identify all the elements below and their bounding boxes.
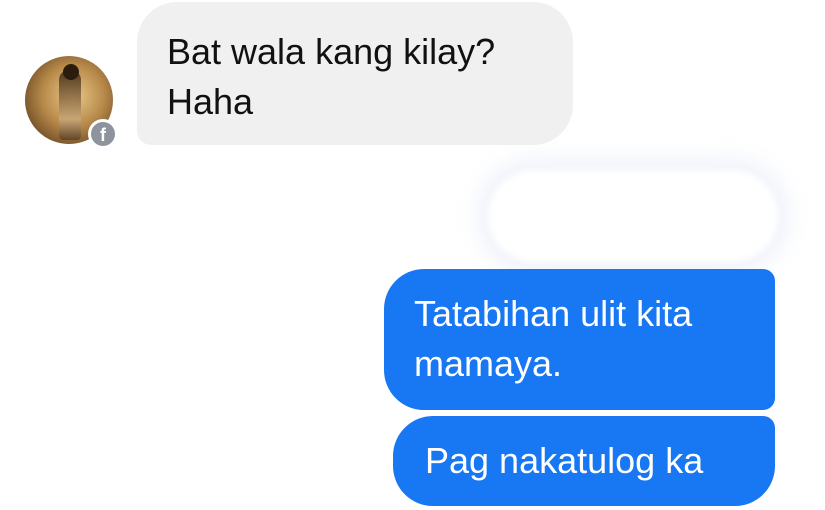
incoming-message-bubble[interactable]: Bat wala kang kilay? Haha: [137, 2, 573, 145]
sender-avatar-group[interactable]: f: [25, 56, 118, 149]
chat-thread: f Bat wala kang kilay? Haha Tatabihan ul…: [0, 0, 825, 510]
avatar-photo-figure: [59, 70, 81, 140]
outgoing-message-bubble[interactable]: Pag nakatulog ka: [393, 416, 775, 506]
avatar-photo-head: [63, 64, 79, 80]
facebook-badge: f: [88, 119, 118, 149]
redacted-message-bubble: [488, 170, 778, 262]
facebook-icon: f: [91, 122, 115, 146]
outgoing-message-bubble[interactable]: Tatabihan ulit kita mamaya.: [384, 269, 775, 410]
